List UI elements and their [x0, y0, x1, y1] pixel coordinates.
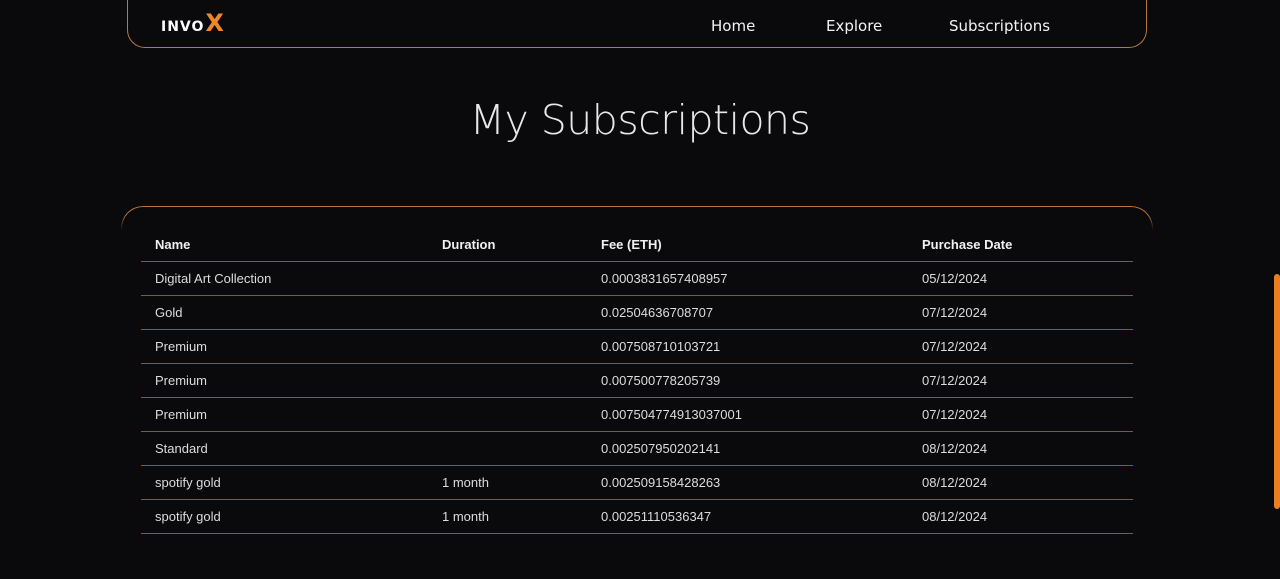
- cell-name: Digital Art Collection: [141, 261, 428, 296]
- cell-fee: 0.0003831657408957: [587, 261, 908, 296]
- cell-fee: 0.007500778205739: [587, 363, 908, 398]
- page-scrollbar-thumb[interactable]: [1274, 274, 1280, 509]
- cell-name: spotify gold: [141, 499, 428, 534]
- table-row: Premium 0.007508710103721 07/12/2024: [141, 329, 1133, 364]
- cell-fee: 0.00251110536347: [587, 499, 908, 534]
- cell-date: 07/12/2024: [908, 295, 1133, 330]
- cell-duration: [428, 261, 587, 296]
- cell-name: Gold: [141, 295, 428, 330]
- cell-date: 08/12/2024: [908, 465, 1133, 500]
- subscriptions-table: Name Duration Fee (ETH) Purchase Date Di…: [141, 228, 1133, 534]
- logo-accent: X: [205, 9, 224, 37]
- cell-duration: [428, 363, 587, 398]
- cell-name: Premium: [141, 363, 428, 398]
- cell-fee: 0.002509158428263: [587, 465, 908, 500]
- cell-date: 05/12/2024: [908, 261, 1133, 296]
- nav-link-home[interactable]: Home: [711, 17, 755, 35]
- cell-duration: [428, 431, 587, 466]
- cell-fee: 0.007508710103721: [587, 329, 908, 364]
- cell-date: 08/12/2024: [908, 431, 1133, 466]
- cell-name: Premium: [141, 397, 428, 432]
- page-title: My Subscriptions: [469, 96, 811, 144]
- cell-date: 07/12/2024: [908, 397, 1133, 432]
- cell-duration: 1 month: [428, 499, 587, 534]
- cell-name: Premium: [141, 329, 428, 364]
- cell-duration: [428, 329, 587, 364]
- table-row: Gold 0.02504636708707 07/12/2024: [141, 295, 1133, 330]
- nav-link-explore[interactable]: Explore: [826, 17, 882, 35]
- brand-logo[interactable]: INVO X: [161, 9, 224, 37]
- header-name[interactable]: Name: [141, 228, 428, 262]
- cell-fee: 0.02504636708707: [587, 295, 908, 330]
- cell-date: 07/12/2024: [908, 329, 1133, 364]
- cell-fee: 0.007504774913037001: [587, 397, 908, 432]
- table-row: Digital Art Collection 0.000383165740895…: [141, 261, 1133, 296]
- cell-fee: 0.002507950202141: [587, 431, 908, 466]
- header-fee[interactable]: Fee (ETH): [587, 228, 908, 262]
- table-row: Premium 0.007500778205739 07/12/2024: [141, 363, 1133, 398]
- table-row: Premium 0.007504774913037001 07/12/2024: [141, 397, 1133, 432]
- header-purchase-date[interactable]: Purchase Date: [908, 228, 1133, 262]
- cell-date: 08/12/2024: [908, 499, 1133, 534]
- cell-duration: [428, 295, 587, 330]
- cell-name: spotify gold: [141, 465, 428, 500]
- cell-duration: [428, 397, 587, 432]
- header-duration[interactable]: Duration: [428, 228, 587, 262]
- table-row: Standard 0.002507950202141 08/12/2024: [141, 431, 1133, 466]
- table-row: spotify gold 1 month 0.002509158428263 0…: [141, 465, 1133, 500]
- table-header-row: Name Duration Fee (ETH) Purchase Date: [141, 228, 1133, 262]
- cell-date: 07/12/2024: [908, 363, 1133, 398]
- cell-name: Standard: [141, 431, 428, 466]
- top-navbar: INVO X Home Explore Subscriptions: [127, 0, 1147, 48]
- nav-link-subscriptions[interactable]: Subscriptions: [949, 17, 1050, 35]
- logo-text: INVO: [161, 19, 205, 35]
- table-row: spotify gold 1 month 0.00251110536347 08…: [141, 499, 1133, 534]
- cell-duration: 1 month: [428, 465, 587, 500]
